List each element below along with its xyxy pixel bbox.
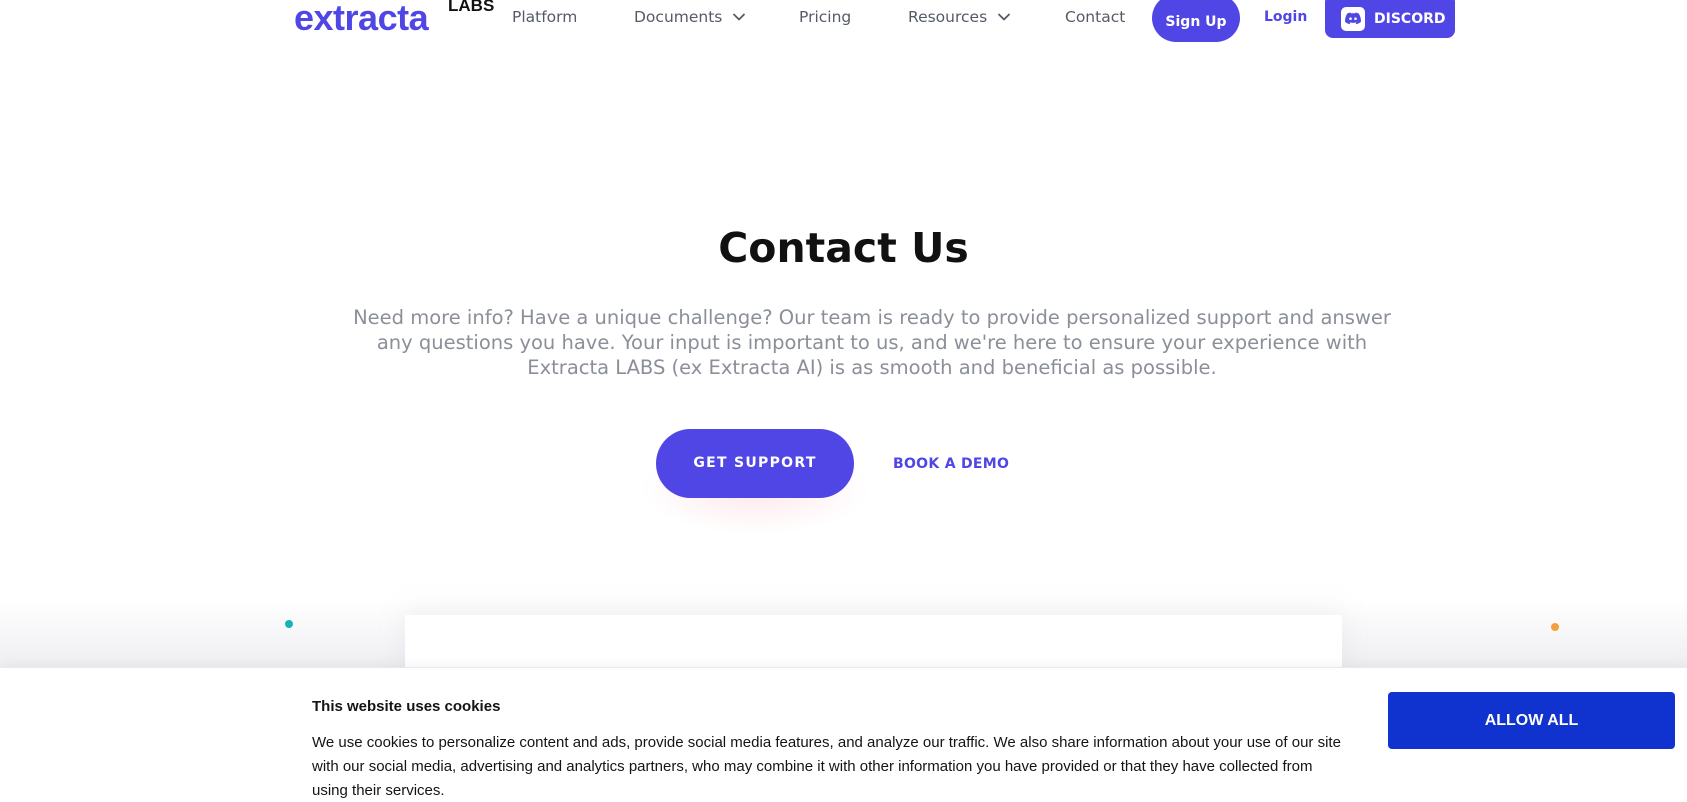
signup-button[interactable]: Sign Up (1152, 0, 1240, 42)
cookie-banner-title: This website uses cookies (312, 698, 501, 715)
allow-all-cookies-button[interactable]: ALLOW ALL (1388, 692, 1675, 749)
page-title: Contact Us (0, 222, 1687, 274)
discord-icon (1341, 7, 1365, 31)
discord-button[interactable]: DISCORD (1325, 0, 1455, 38)
chevron-down-icon (732, 10, 746, 24)
nav-platform[interactable]: Platform (512, 5, 577, 29)
login-button[interactable]: Login (1264, 5, 1307, 29)
hero-description: Need more info? Have a unique challenge?… (353, 306, 1391, 379)
page-title-text: Contact Us (718, 224, 969, 272)
decorative-dot-teal (285, 620, 293, 628)
nav-platform-label: Platform (512, 8, 578, 26)
chevron-down-icon (997, 10, 1011, 24)
nav-contact-label: Contact (1065, 8, 1126, 26)
logo-labs: LABS (448, 0, 495, 15)
logo-wordmark: extracta (294, 0, 429, 38)
book-demo-link[interactable]: BOOK A DEMO (893, 453, 1009, 475)
nav-documents-label: Documents (634, 8, 723, 26)
discord-label: DISCORD (1374, 11, 1446, 27)
nav-documents[interactable]: Documents (634, 5, 746, 29)
get-support-button[interactable]: GET SUPPORT (656, 429, 854, 498)
nav-resources[interactable]: Resources (908, 5, 1011, 29)
decorative-dot-orange (1551, 623, 1559, 631)
page: extracta LABS Platform Documents Pricing… (0, 0, 1687, 802)
cookie-banner-text: We use cookies to personalize content an… (312, 734, 1341, 799)
nav-pricing-label: Pricing (799, 8, 852, 26)
cookie-banner: This website uses cookies We use cookies… (0, 667, 1687, 802)
nav-contact[interactable]: Contact (1065, 5, 1125, 29)
nav-resources-label: Resources (908, 8, 988, 26)
nav-pricing[interactable]: Pricing (799, 5, 851, 29)
